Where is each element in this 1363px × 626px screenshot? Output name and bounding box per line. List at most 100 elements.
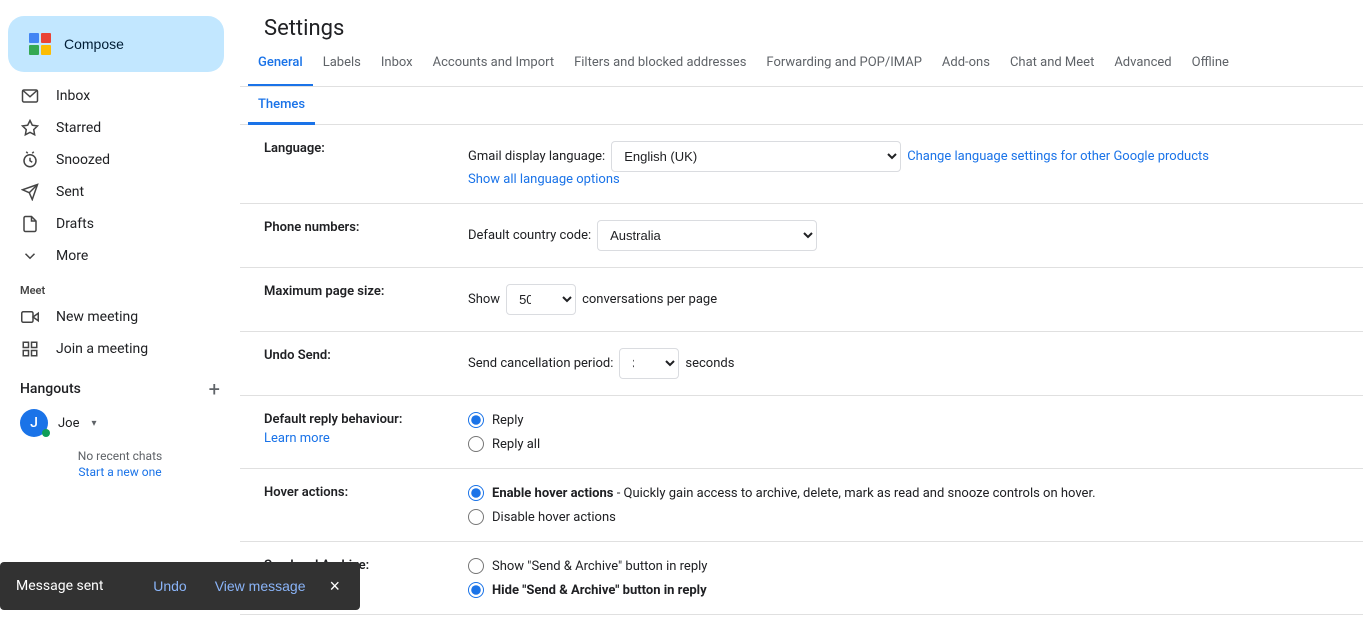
tab-chat-meet[interactable]: Chat and Meet bbox=[1000, 41, 1104, 87]
undo-send-label: Undo Send: bbox=[264, 348, 331, 363]
hover-option-enable[interactable]: Enable hover actions - Quickly gain acce… bbox=[468, 485, 1347, 501]
phone-label: Phone numbers: bbox=[264, 220, 359, 235]
toast-close-button[interactable]: × bbox=[325, 576, 344, 597]
country-select[interactable]: Australia bbox=[597, 220, 817, 251]
page-size-label: Maximum page size: bbox=[264, 284, 384, 299]
compose-button[interactable]: Compose bbox=[8, 16, 224, 72]
reply-option-all[interactable]: Reply all bbox=[468, 436, 1347, 452]
seconds-label: seconds bbox=[685, 356, 734, 371]
page-title: Settings bbox=[240, 0, 1363, 41]
compose-label: Compose bbox=[64, 36, 124, 52]
sidebar-item-drafts-label: Drafts bbox=[56, 216, 94, 232]
show-all-languages-link[interactable]: Show all language options bbox=[468, 172, 620, 187]
send-archive-radio-show[interactable] bbox=[468, 558, 484, 574]
sidebar-item-starred[interactable]: Starred bbox=[0, 112, 224, 144]
send-archive-radio-group: Show "Send & Archive" button in reply Hi… bbox=[468, 558, 1347, 598]
send-archive-radio-hide[interactable] bbox=[468, 582, 484, 598]
reply-label-all: Reply all bbox=[492, 437, 540, 452]
view-message-button[interactable]: View message bbox=[207, 574, 314, 598]
reply-learn-more-link[interactable]: Learn more bbox=[264, 431, 436, 446]
compose-logo-icon bbox=[28, 32, 52, 56]
inbox-icon bbox=[20, 86, 40, 106]
language-label: Language: bbox=[264, 141, 325, 156]
per-page-label: conversations per page bbox=[582, 292, 717, 307]
joe-hangout-item[interactable]: J Joe ▾ bbox=[0, 405, 240, 441]
more-chevron-icon bbox=[20, 246, 40, 266]
clock-icon bbox=[20, 150, 40, 170]
sidebar-item-drafts[interactable]: Drafts bbox=[0, 208, 224, 240]
meet-section-label: Meet bbox=[0, 272, 240, 301]
settings-tabs: General Labels Inbox Accounts and Import… bbox=[240, 41, 1363, 87]
reply-radio-reply[interactable] bbox=[468, 412, 484, 428]
reply-radio-group: Reply Reply all bbox=[468, 412, 1347, 452]
hover-radio-enable[interactable] bbox=[468, 485, 484, 501]
settings-table: Language: Gmail display language: Englis… bbox=[240, 125, 1363, 626]
reply-label-reply: Reply bbox=[492, 413, 524, 428]
sidebar-item-sent-label: Sent bbox=[56, 184, 84, 200]
star-icon bbox=[20, 118, 40, 138]
hover-disable-label: Disable hover actions bbox=[492, 510, 616, 525]
language-row: Language: Gmail display language: Englis… bbox=[240, 125, 1363, 204]
default-country-label: Default country code: bbox=[468, 228, 591, 243]
hover-enable-label: Enable hover actions bbox=[492, 486, 613, 501]
send-archive-option-show[interactable]: Show "Send & Archive" button in reply bbox=[468, 558, 1347, 574]
hover-option-disable[interactable]: Disable hover actions bbox=[468, 509, 1347, 525]
change-language-link[interactable]: Change language settings for other Googl… bbox=[907, 149, 1209, 164]
reply-radio-all[interactable] bbox=[468, 436, 484, 452]
no-recent-chats: No recent chats bbox=[0, 441, 240, 465]
undo-button[interactable]: Undo bbox=[145, 574, 194, 598]
online-indicator bbox=[42, 429, 50, 437]
tab-themes[interactable]: Themes bbox=[248, 87, 315, 125]
tab-offline[interactable]: Offline bbox=[1182, 41, 1239, 87]
toast-message: Message sent bbox=[16, 578, 133, 594]
text-style-row: Default text style: (Use the 'Remove for… bbox=[240, 615, 1363, 626]
sidebar-item-more[interactable]: More bbox=[0, 240, 224, 272]
reply-label: Default reply behaviour: bbox=[264, 412, 436, 427]
main-content: Settings General Labels Inbox Accounts a… bbox=[240, 0, 1363, 626]
hover-label: Hover actions: bbox=[264, 485, 348, 500]
hover-radio-group: Enable hover actions - Quickly gain acce… bbox=[468, 485, 1347, 525]
tab-inbox[interactable]: Inbox bbox=[371, 41, 423, 87]
reply-option-reply[interactable]: Reply bbox=[468, 412, 1347, 428]
send-cancel-select[interactable]: 30 bbox=[619, 348, 679, 379]
hover-radio-disable[interactable] bbox=[468, 509, 484, 525]
joe-chevron-icon: ▾ bbox=[91, 418, 96, 429]
add-hangout-icon[interactable]: + bbox=[209, 377, 220, 401]
tab-forwarding[interactable]: Forwarding and POP/IMAP bbox=[756, 41, 932, 87]
hover-enable-desc: - Quickly gain access to archive, delete… bbox=[613, 486, 1095, 501]
new-meeting-item[interactable]: New meeting bbox=[0, 301, 224, 333]
joe-name: Joe bbox=[58, 416, 79, 431]
send-cancel-label: Send cancellation period: bbox=[468, 356, 613, 371]
sidebar: Compose Inbox Starred Snoozed Sent Draft… bbox=[0, 0, 240, 626]
phone-row: Phone numbers: Default country code: Aus… bbox=[240, 204, 1363, 268]
sent-icon bbox=[20, 182, 40, 202]
sidebar-item-sent[interactable]: Sent bbox=[0, 176, 224, 208]
sidebar-item-snoozed-label: Snoozed bbox=[56, 152, 110, 168]
send-archive-label-hide: Hide "Send & Archive" button in reply bbox=[492, 583, 707, 598]
drafts-icon bbox=[20, 214, 40, 234]
hover-row: Hover actions: Enable hover actions - Qu… bbox=[240, 469, 1363, 542]
start-new-chat-link[interactable]: Start a new one bbox=[0, 465, 240, 479]
send-archive-row: Send and Archive: Learn more Show "Send … bbox=[240, 542, 1363, 615]
sidebar-item-starred-label: Starred bbox=[56, 120, 101, 136]
hangouts-header: Hangouts + bbox=[0, 365, 240, 405]
tab-accounts-import[interactable]: Accounts and Import bbox=[423, 41, 564, 87]
tab-filters[interactable]: Filters and blocked addresses bbox=[564, 41, 756, 87]
toast-notification: Message sent Undo View message × bbox=[0, 562, 360, 610]
hangouts-title: Hangouts bbox=[20, 381, 81, 397]
tab-advanced[interactable]: Advanced bbox=[1104, 41, 1181, 87]
show-label: Show bbox=[468, 292, 500, 307]
sidebar-item-inbox[interactable]: Inbox bbox=[0, 80, 224, 112]
send-archive-option-hide[interactable]: Hide "Send & Archive" button in reply bbox=[468, 582, 1347, 598]
gmail-display-language-label: Gmail display language: bbox=[468, 149, 605, 164]
tab-addons[interactable]: Add-ons bbox=[932, 41, 1000, 87]
tab-general[interactable]: General bbox=[248, 41, 313, 87]
join-meeting-item[interactable]: Join a meeting bbox=[0, 333, 224, 365]
language-select[interactable]: English (UK) bbox=[611, 141, 901, 172]
page-size-select[interactable]: 50 bbox=[506, 284, 576, 315]
sidebar-item-snoozed[interactable]: Snoozed bbox=[0, 144, 224, 176]
tab-labels[interactable]: Labels bbox=[313, 41, 371, 87]
sidebar-item-inbox-label: Inbox bbox=[56, 88, 90, 104]
page-size-row: Maximum page size: Show 50 conversations… bbox=[240, 268, 1363, 332]
video-icon bbox=[20, 307, 40, 327]
